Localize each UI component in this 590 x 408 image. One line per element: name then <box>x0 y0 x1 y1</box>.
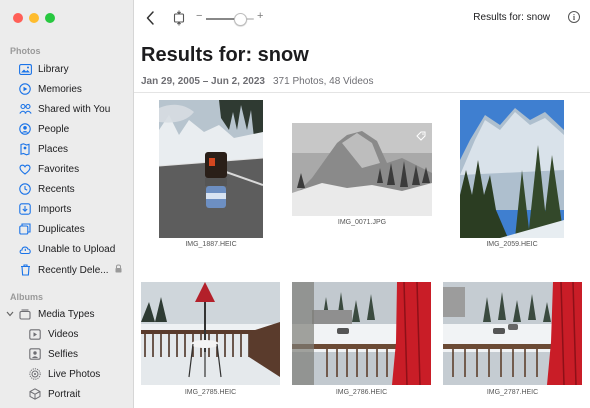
selfie-icon <box>28 347 42 361</box>
sidebar-item-favorites[interactable]: Favorites <box>8 160 128 178</box>
sidebar-item-recently-deleted[interactable]: Recently Dele... <box>8 261 128 279</box>
lock-icon <box>115 264 122 276</box>
info-icon[interactable]: i <box>568 11 580 23</box>
photo-filename: IMG_2786.HEIC <box>335 389 388 396</box>
sidebar-item-recents[interactable]: Recents <box>8 180 128 198</box>
photo-filename: IMG_2785.HEIC <box>184 389 237 396</box>
photo-filename: IMG_1887.HEIC <box>185 241 237 248</box>
sidebar-item-places[interactable]: Places <box>8 140 128 158</box>
main-content: − + Results for: snow i Results for: sno… <box>134 0 590 408</box>
sidebar-item-label: Selfies <box>48 348 79 360</box>
close-window-button[interactable] <box>13 13 23 23</box>
sidebar-item-videos[interactable]: Videos <box>8 325 128 343</box>
shared-with-you-icon <box>18 102 32 116</box>
video-icon <box>28 327 42 341</box>
window-controls <box>13 13 55 23</box>
sidebar-item-label: Places <box>38 143 69 155</box>
sidebar-item-label: Shared with You <box>38 103 111 115</box>
trash-icon <box>18 263 32 277</box>
info-glyph: i <box>572 12 576 22</box>
toolbar-title: Results for: snow <box>473 12 550 23</box>
photo-filename: IMG_2787.HEIC <box>486 389 539 396</box>
photo-thumbnail[interactable] <box>292 282 431 385</box>
recents-clock-icon <box>18 182 32 196</box>
photo-thumbnail[interactable] <box>141 282 280 385</box>
header-divider <box>134 92 590 93</box>
sidebar-item-memories[interactable]: Memories <box>8 80 128 98</box>
photo-thumbnail[interactable] <box>443 282 582 385</box>
sidebar-item-label: Live Photos <box>48 368 101 380</box>
people-icon <box>18 122 32 136</box>
zoom-out-label[interactable]: − <box>196 10 202 22</box>
photo-thumbnail[interactable] <box>159 100 263 238</box>
date-range: Jan 29, 2005 – Jun 2, 2023 <box>141 76 265 87</box>
duplicates-icon <box>18 222 32 236</box>
photo-thumbnail[interactable] <box>460 100 564 238</box>
sidebar-item-label: Memories <box>38 83 82 95</box>
sidebar-item-portrait[interactable]: Portrait <box>8 385 128 403</box>
chevron-down-icon[interactable] <box>6 309 14 319</box>
zoom-in-label[interactable]: + <box>257 10 263 22</box>
sidebar-item-media-types[interactable]: Media Types <box>6 305 128 323</box>
sidebar-item-label: Portrait <box>48 388 81 400</box>
tag-icon <box>416 128 426 146</box>
back-chevron-icon[interactable] <box>144 9 158 27</box>
album-stack-icon <box>18 307 32 321</box>
portrait-cube-icon <box>28 387 42 401</box>
cloud-alert-icon <box>18 242 32 256</box>
photos-window: Photos Library Memories Shared with You <box>0 0 590 408</box>
zoom-slider[interactable] <box>206 13 254 26</box>
sidebar-item-label: Recents <box>38 183 75 195</box>
page-title: Results for: snow <box>141 44 309 66</box>
memories-icon <box>18 82 32 96</box>
sidebar-item-label: Media Types <box>38 308 95 320</box>
heart-icon <box>18 162 32 176</box>
albums-section-header: Albums <box>10 292 44 302</box>
sidebar-item-label: Library <box>38 63 69 75</box>
minimize-window-button[interactable] <box>29 13 39 23</box>
photos-section-header: Photos <box>10 46 41 56</box>
sidebar-item-unable-to-upload[interactable]: Unable to Upload <box>8 240 128 258</box>
zoom-slider-knob[interactable] <box>233 13 247 26</box>
sidebar-item-label: Videos <box>48 328 79 340</box>
photo-filename: IMG_2059.HEIC <box>486 241 538 248</box>
imports-icon <box>18 202 32 216</box>
sidebar-item-duplicates[interactable]: Duplicates <box>8 220 128 238</box>
sidebar-item-live-photos[interactable]: Live Photos <box>8 365 128 383</box>
sidebar-item-label: Recently Dele... <box>38 264 109 276</box>
item-counts: 371 Photos, 48 Videos <box>273 76 374 87</box>
sidebar-item-label: Favorites <box>38 163 80 175</box>
photo-filename: IMG_0071.JPG <box>337 219 387 226</box>
sidebar-item-label: Imports <box>38 203 72 215</box>
sidebar-item-label: Unable to Upload <box>38 243 116 255</box>
sidebar-item-shared-with-you[interactable]: Shared with You <box>8 100 128 118</box>
sidebar-item-people[interactable]: People <box>8 120 128 138</box>
sidebar-item-label: Duplicates <box>38 223 85 235</box>
sidebar-item-library[interactable]: Library <box>8 60 128 78</box>
live-photo-icon <box>28 367 42 381</box>
crop-fit-icon[interactable] <box>172 10 186 26</box>
sidebar: Photos Library Memories Shared with You <box>0 0 134 408</box>
photo-thumbnail[interactable] <box>292 123 432 216</box>
sidebar-item-label: People <box>38 123 70 135</box>
zoom-window-button[interactable] <box>45 13 55 23</box>
places-pin-icon <box>18 142 32 156</box>
sidebar-item-selfies[interactable]: Selfies <box>8 345 128 363</box>
toolbar: − + Results for: snow i <box>134 0 590 36</box>
sidebar-item-imports[interactable]: Imports <box>8 200 128 218</box>
photo-library-icon <box>18 62 32 76</box>
